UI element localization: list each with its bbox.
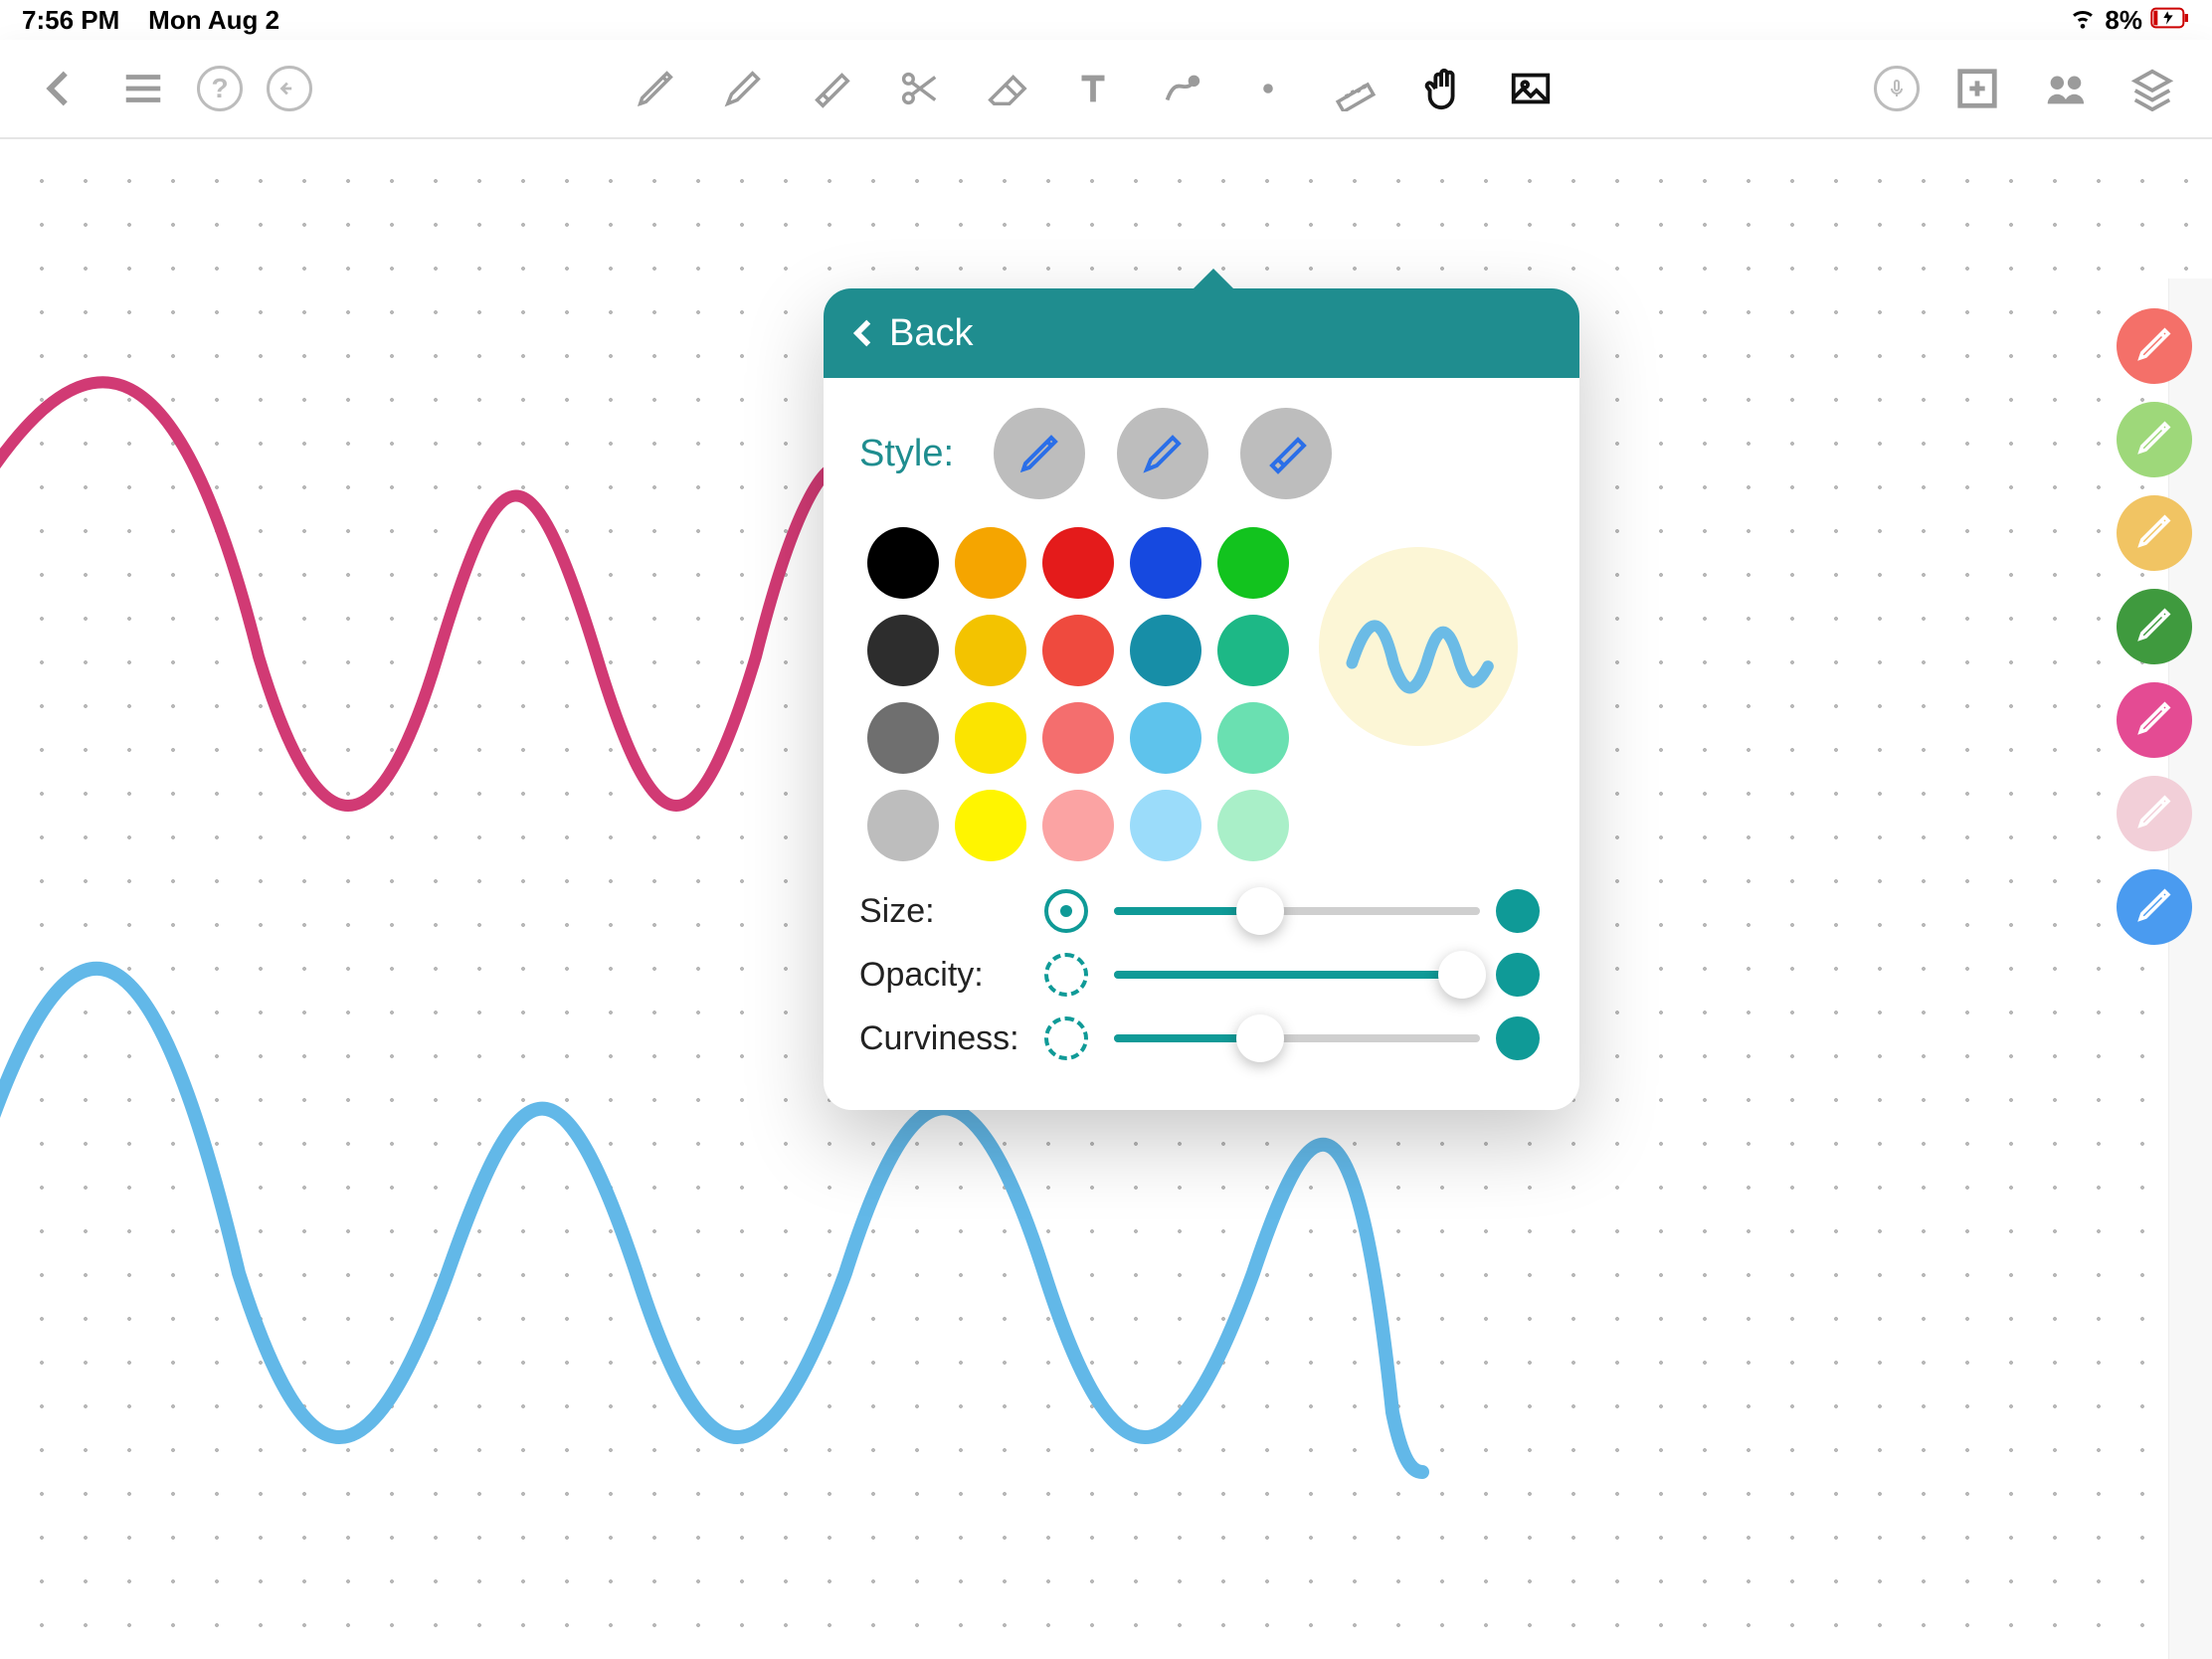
color-swatch-1-4[interactable] xyxy=(1217,615,1289,686)
back-button[interactable] xyxy=(30,59,90,118)
help-button[interactable]: ? xyxy=(197,66,243,111)
stroke-preview xyxy=(1319,547,1518,746)
color-swatch-2-4[interactable] xyxy=(1217,702,1289,774)
popover-arrow-icon xyxy=(1192,269,1235,290)
laser-tool[interactable] xyxy=(1238,59,1298,118)
opacity-label: Opacity: xyxy=(859,956,1028,995)
opacity-slider[interactable] xyxy=(1114,953,1480,997)
color-grid xyxy=(859,527,1289,861)
color-swatch-2-3[interactable] xyxy=(1130,702,1201,774)
curviness-slider-row: Curviness: xyxy=(859,1016,1550,1060)
status-date: Mon Aug 2 xyxy=(148,5,279,35)
scissors-tool[interactable] xyxy=(888,59,948,118)
size-min-icon[interactable] xyxy=(1044,889,1088,933)
color-swatch-2-0[interactable] xyxy=(867,702,939,774)
popover-back-button[interactable]: Back xyxy=(824,288,1579,378)
battery-text: 8% xyxy=(2105,5,2142,36)
opacity-slider-row: Opacity: xyxy=(859,953,1550,997)
color-swatch-0-4[interactable] xyxy=(1217,527,1289,599)
size-slider-row: Size: xyxy=(859,889,1550,933)
pen-tool[interactable] xyxy=(626,59,685,118)
color-swatch-3-3[interactable] xyxy=(1130,790,1201,861)
curviness-max-icon[interactable] xyxy=(1496,1016,1540,1060)
share-button[interactable] xyxy=(2035,59,2095,118)
style-label: Style: xyxy=(859,433,954,475)
curviness-label: Curviness: xyxy=(859,1019,1028,1058)
ruler-tool[interactable] xyxy=(1326,59,1385,118)
style-highlighter[interactable] xyxy=(1240,408,1332,499)
color-swatch-3-1[interactable] xyxy=(955,790,1026,861)
highlighter-tool[interactable] xyxy=(801,59,860,118)
color-swatch-1-2[interactable] xyxy=(1042,615,1114,686)
layers-button[interactable] xyxy=(2122,59,2182,118)
tool-popover: Back Style: Size:Opacit xyxy=(824,288,1579,1110)
status-bar: 7:56 PM Mon Aug 2 8% xyxy=(0,0,2212,40)
color-swatch-3-2[interactable] xyxy=(1042,790,1114,861)
text-tool[interactable] xyxy=(1063,59,1123,118)
image-tool[interactable] xyxy=(1501,59,1561,118)
undo-button[interactable] xyxy=(267,66,312,111)
color-swatch-2-2[interactable] xyxy=(1042,702,1114,774)
color-swatch-0-1[interactable] xyxy=(955,527,1026,599)
style-pencil[interactable] xyxy=(1117,408,1208,499)
size-label: Size: xyxy=(859,892,1028,931)
eraser-tool[interactable] xyxy=(976,59,1035,118)
shape-tool[interactable] xyxy=(1151,59,1210,118)
size-max-icon[interactable] xyxy=(1496,889,1540,933)
pen-icon xyxy=(2133,604,2175,650)
preset-yellow[interactable] xyxy=(2117,495,2192,571)
popover-back-label: Back xyxy=(889,312,973,355)
toolbar: ? xyxy=(0,40,2212,139)
pen-icon xyxy=(2133,697,2175,744)
pen-icon xyxy=(2133,323,2175,370)
canvas[interactable]: Back Style: Size:Opacit xyxy=(0,139,2212,1659)
preset-green[interactable] xyxy=(2117,402,2192,477)
pen-icon xyxy=(2133,791,2175,837)
hand-tool[interactable] xyxy=(1413,59,1473,118)
preset-dkgreen[interactable] xyxy=(2117,589,2192,664)
color-swatch-1-0[interactable] xyxy=(867,615,939,686)
wifi-icon xyxy=(2069,3,2097,38)
size-slider[interactable] xyxy=(1114,889,1480,933)
pen-icon xyxy=(2133,417,2175,463)
status-time: 7:56 PM xyxy=(22,5,119,35)
color-swatch-3-0[interactable] xyxy=(867,790,939,861)
curviness-min-icon[interactable] xyxy=(1044,1016,1088,1060)
preset-pink[interactable] xyxy=(2117,682,2192,758)
preset-blue[interactable] xyxy=(2117,869,2192,945)
color-swatch-3-4[interactable] xyxy=(1217,790,1289,861)
color-swatch-1-1[interactable] xyxy=(955,615,1026,686)
preset-palette xyxy=(2117,308,2192,945)
color-swatch-1-3[interactable] xyxy=(1130,615,1201,686)
help-icon: ? xyxy=(211,73,228,104)
mic-button[interactable] xyxy=(1874,66,1920,111)
battery-icon xyxy=(2150,5,2190,36)
pen-icon xyxy=(2133,884,2175,931)
opacity-min-icon[interactable] xyxy=(1044,953,1088,997)
add-button[interactable] xyxy=(1947,59,2007,118)
preset-ltpink[interactable] xyxy=(2117,776,2192,851)
curviness-slider[interactable] xyxy=(1114,1016,1480,1060)
style-pen[interactable] xyxy=(994,408,1085,499)
pen-icon xyxy=(2133,510,2175,557)
style-buttons xyxy=(994,408,1332,499)
stroke-pink xyxy=(0,382,835,806)
preview-stroke-icon xyxy=(1352,626,1488,688)
color-swatch-2-1[interactable] xyxy=(955,702,1026,774)
color-swatch-0-0[interactable] xyxy=(867,527,939,599)
menu-button[interactable] xyxy=(113,59,173,118)
pencil-tool[interactable] xyxy=(713,59,773,118)
opacity-max-icon[interactable] xyxy=(1496,953,1540,997)
color-swatch-0-3[interactable] xyxy=(1130,527,1201,599)
preset-red[interactable] xyxy=(2117,308,2192,384)
color-swatch-0-2[interactable] xyxy=(1042,527,1114,599)
